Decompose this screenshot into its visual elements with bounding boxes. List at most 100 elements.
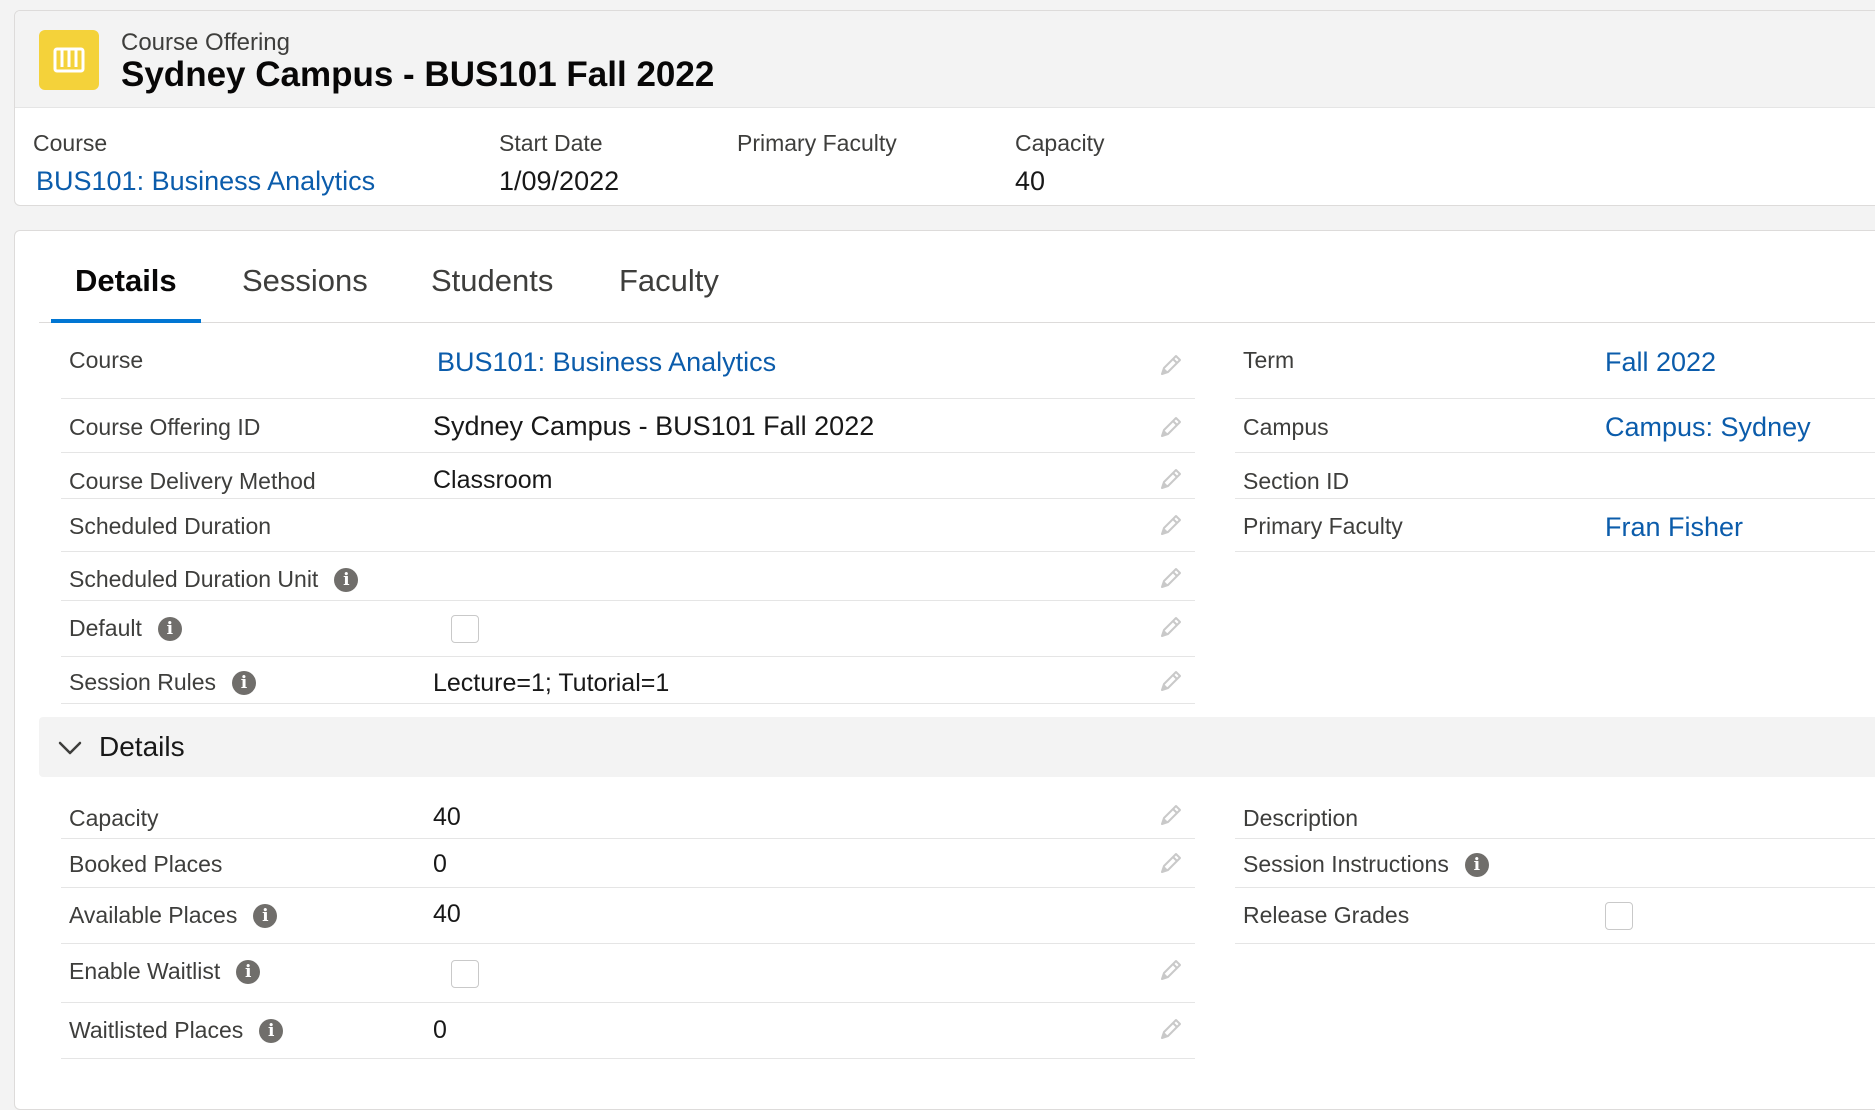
field-label-text: Default bbox=[69, 615, 142, 641]
field-label-text: Available Places bbox=[69, 902, 238, 928]
highlight-course: Course BUS101: Business Analytics bbox=[33, 130, 375, 197]
field-value: Lecture=1; Tutorial=1 bbox=[433, 669, 670, 697]
field-label: Description bbox=[1243, 805, 1359, 831]
pencil-icon[interactable] bbox=[1157, 511, 1185, 539]
field-label: Course bbox=[69, 347, 144, 373]
release-grades-checkbox[interactable] bbox=[1605, 902, 1633, 930]
field-label: Section ID bbox=[1243, 468, 1350, 494]
term-link[interactable]: Fall 2022 bbox=[1605, 347, 1716, 378]
field-course-delivery-method: Course Delivery Method Classroom bbox=[61, 453, 1195, 499]
info-icon[interactable]: i bbox=[259, 1018, 284, 1043]
field-label: Default i bbox=[69, 615, 182, 642]
field-label: Session Rules i bbox=[69, 669, 257, 696]
info-icon[interactable]: i bbox=[232, 670, 257, 695]
field-label: Course Offering ID bbox=[69, 414, 261, 440]
tab-details[interactable]: Details bbox=[51, 263, 201, 323]
field-label-text: Session Instructions bbox=[1243, 851, 1449, 877]
record-header: Course Offering Sydney Campus - BUS101 F… bbox=[14, 10, 1875, 206]
info-icon[interactable]: i bbox=[253, 903, 278, 928]
field-label: Available Places i bbox=[69, 902, 278, 929]
highlights-panel: Course BUS101: Business Analytics Start … bbox=[15, 108, 1875, 205]
field-booked-places: Booked Places 0 bbox=[61, 839, 1195, 888]
field-course-offering-id: Course Offering ID Sydney Campus - BUS10… bbox=[61, 399, 1195, 453]
field-label: Enable Waitlist i bbox=[69, 958, 261, 985]
field-label: Scheduled Duration Unit i bbox=[69, 566, 359, 593]
pencil-icon[interactable] bbox=[1157, 849, 1185, 877]
field-label: Course Delivery Method bbox=[69, 468, 316, 494]
book-icon bbox=[39, 30, 99, 90]
field-label: Capacity bbox=[69, 805, 159, 831]
field-session-instructions: Session Instructions i bbox=[1235, 839, 1875, 888]
object-type-label: Course Offering bbox=[121, 29, 290, 56]
tab-students[interactable]: Students bbox=[431, 263, 553, 323]
campus-link[interactable]: Campus: Sydney bbox=[1605, 412, 1811, 443]
tab-sessions[interactable]: Sessions bbox=[242, 263, 368, 323]
pencil-icon[interactable] bbox=[1157, 465, 1185, 493]
default-checkbox[interactable] bbox=[451, 615, 479, 643]
highlight-capacity-value: 40 bbox=[1015, 166, 1046, 196]
pencil-icon[interactable] bbox=[1157, 413, 1185, 441]
field-label: Session Instructions i bbox=[1243, 851, 1489, 878]
field-session-rules: Session Rules i Lecture=1; Tutorial=1 bbox=[61, 657, 1195, 704]
highlight-primary-faculty-label: Primary Faculty bbox=[737, 130, 897, 156]
field-description: Description bbox=[1235, 791, 1875, 839]
highlight-capacity: Capacity 40 bbox=[1015, 130, 1104, 197]
field-course: Course BUS101: Business Analytics bbox=[61, 347, 1195, 399]
field-primary-faculty: Primary Faculty Fran Fisher bbox=[1235, 499, 1875, 552]
highlight-primary-faculty: Primary Faculty bbox=[737, 130, 897, 166]
section-title: Details bbox=[99, 731, 185, 762]
header-title-bar: Course Offering Sydney Campus - BUS101 F… bbox=[15, 11, 1875, 108]
field-value: 0 bbox=[433, 850, 447, 878]
field-label: Scheduled Duration bbox=[69, 513, 272, 539]
info-icon[interactable]: i bbox=[157, 616, 182, 641]
primary-faculty-link[interactable]: Fran Fisher bbox=[1605, 512, 1743, 543]
details-section-toggle[interactable]: Details bbox=[39, 717, 1875, 777]
field-value: Sydney Campus - BUS101 Fall 2022 bbox=[433, 411, 875, 441]
info-icon[interactable]: i bbox=[334, 567, 359, 592]
field-label-text: Enable Waitlist bbox=[69, 958, 221, 984]
field-label: Term bbox=[1243, 347, 1295, 373]
info-icon[interactable]: i bbox=[236, 959, 261, 984]
page-title: Sydney Campus - BUS101 Fall 2022 bbox=[121, 55, 715, 94]
pencil-icon[interactable] bbox=[1157, 956, 1185, 984]
field-enable-waitlist: Enable Waitlist i bbox=[61, 944, 1195, 1003]
field-value: Classroom bbox=[433, 466, 553, 494]
pencil-icon[interactable] bbox=[1157, 564, 1185, 592]
record-detail-card: Details Sessions Students Faculty Course… bbox=[14, 230, 1875, 1110]
field-section-id: Section ID bbox=[1235, 453, 1875, 499]
field-scheduled-duration-unit: Scheduled Duration Unit i bbox=[61, 552, 1195, 601]
field-term: Term Fall 2022 bbox=[1235, 347, 1875, 399]
field-available-places: Available Places i 40 bbox=[61, 888, 1195, 944]
field-scheduled-duration: Scheduled Duration bbox=[61, 499, 1195, 552]
field-release-grades: Release Grades bbox=[1235, 888, 1875, 944]
field-value: 40 bbox=[433, 900, 461, 928]
info-icon[interactable]: i bbox=[1464, 852, 1489, 877]
pencil-icon[interactable] bbox=[1157, 613, 1185, 641]
highlight-course-label: Course bbox=[33, 130, 108, 156]
field-value: 40 bbox=[433, 803, 461, 831]
enable-waitlist-checkbox[interactable] bbox=[451, 960, 479, 988]
field-value: 0 bbox=[433, 1016, 447, 1044]
highlight-start-date-value: 1/09/2022 bbox=[499, 166, 620, 196]
pencil-icon[interactable] bbox=[1157, 801, 1185, 829]
field-label-text: Session Rules bbox=[69, 669, 217, 695]
field-waitlisted-places: Waitlisted Places i 0 bbox=[61, 1003, 1195, 1059]
tab-bar: Details Sessions Students Faculty bbox=[39, 231, 1875, 323]
course-link[interactable]: BUS101: Business Analytics bbox=[437, 347, 776, 378]
field-label-text: Scheduled Duration Unit bbox=[69, 566, 319, 592]
highlight-course-link[interactable]: BUS101: Business Analytics bbox=[36, 166, 375, 197]
pencil-icon[interactable] bbox=[1157, 351, 1185, 379]
field-campus: Campus Campus: Sydney bbox=[1235, 399, 1875, 453]
field-label: Release Grades bbox=[1243, 902, 1410, 928]
pencil-icon[interactable] bbox=[1157, 667, 1185, 695]
pencil-icon[interactable] bbox=[1157, 1015, 1185, 1043]
highlight-start-date: Start Date 1/09/2022 bbox=[499, 130, 619, 197]
field-label-text: Waitlisted Places bbox=[69, 1017, 244, 1043]
field-label: Campus bbox=[1243, 414, 1329, 440]
field-label: Booked Places bbox=[69, 851, 223, 877]
chevron-down-icon bbox=[58, 741, 82, 755]
highlight-capacity-label: Capacity bbox=[1015, 130, 1105, 156]
tab-faculty[interactable]: Faculty bbox=[619, 263, 719, 323]
field-label: Waitlisted Places i bbox=[69, 1017, 284, 1044]
highlight-start-date-label: Start Date bbox=[499, 130, 603, 156]
